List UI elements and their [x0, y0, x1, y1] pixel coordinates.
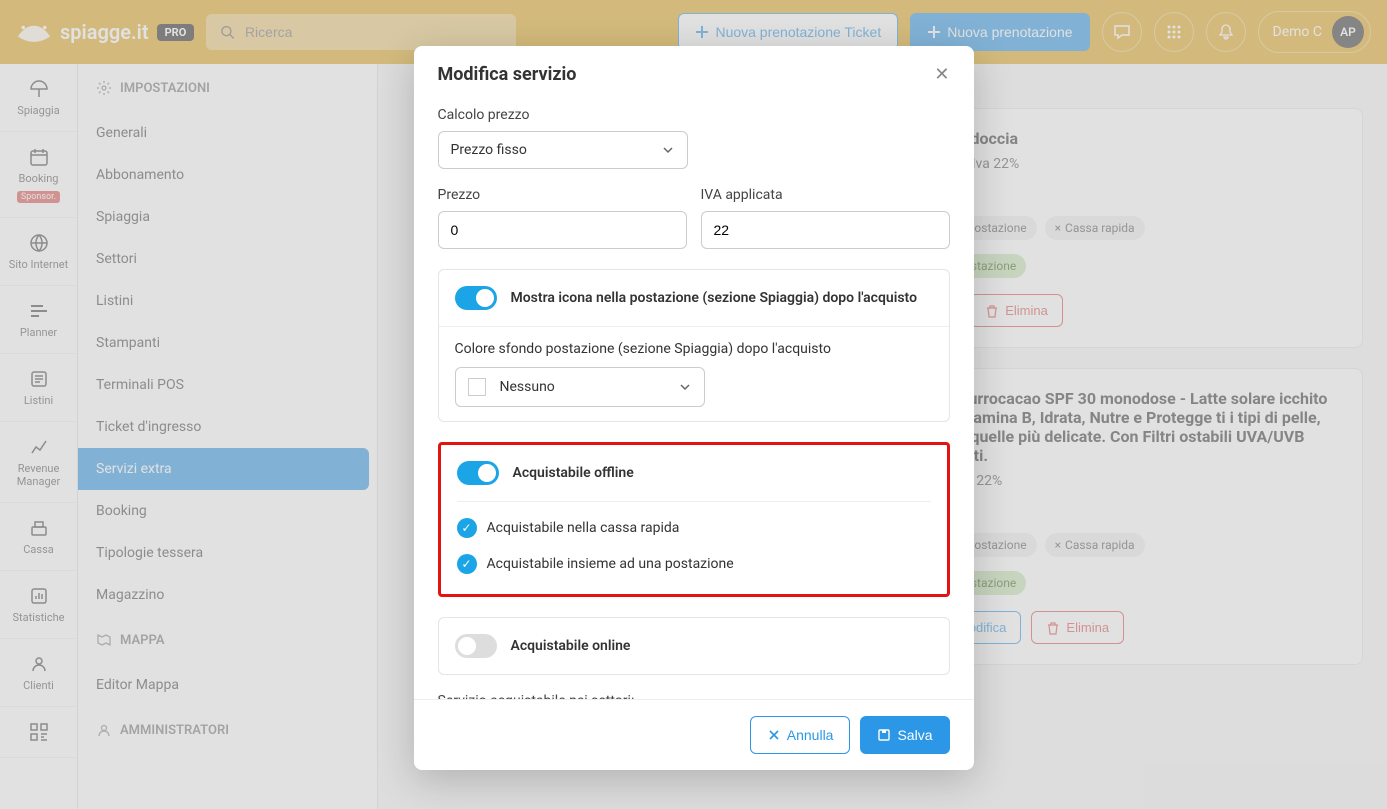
checkbox-cassa-rapida[interactable]: ✓: [457, 518, 477, 538]
input-prezzo[interactable]: [438, 211, 687, 249]
toggle-acquistabile-offline[interactable]: [457, 461, 499, 485]
label-prezzo: Prezzo: [438, 187, 687, 203]
label-colore: Colore sfondo postazione (sezione Spiagg…: [455, 341, 933, 357]
modal-title: Modifica servizio: [438, 64, 577, 85]
label-calcolo-prezzo: Calcolo prezzo: [438, 107, 950, 123]
checkbox-postazione-label: Acquistabile insieme ad una postazione: [487, 556, 734, 572]
checkbox-cassa-rapida-label: Acquistabile nella cassa rapida: [487, 520, 680, 536]
offline-highlight-box: Acquistabile offline ✓ Acquistabile nell…: [438, 442, 950, 597]
color-swatch: [468, 378, 486, 396]
toggle-online-label: Acquistabile online: [511, 638, 631, 654]
edit-service-modal: Modifica servizio ✕ Calcolo prezzo Prezz…: [414, 46, 974, 770]
close-icon: [767, 728, 781, 742]
toggle-mostra-icona[interactable]: [455, 286, 497, 310]
checkbox-postazione[interactable]: ✓: [457, 554, 477, 574]
close-icon[interactable]: ✕: [934, 64, 949, 85]
save-icon: [877, 728, 891, 742]
select-calcolo-prezzo[interactable]: Prezzo fisso: [438, 131, 688, 169]
select-colore[interactable]: Nessuno: [455, 367, 705, 407]
toggle-offline-label: Acquistabile offline: [513, 465, 634, 481]
input-iva[interactable]: [701, 211, 950, 249]
toggle-acquistabile-online[interactable]: [455, 634, 497, 658]
toggle-mostra-icona-label: Mostra icona nella postazione (sezione S…: [511, 290, 918, 306]
chevron-down-icon: [678, 380, 692, 394]
label-iva: IVA applicata: [701, 187, 950, 203]
save-button[interactable]: Salva: [860, 716, 949, 754]
modal-overlay: Modifica servizio ✕ Calcolo prezzo Prezz…: [0, 0, 1387, 809]
chevron-down-icon: [661, 143, 675, 157]
cancel-button[interactable]: Annulla: [750, 716, 851, 754]
